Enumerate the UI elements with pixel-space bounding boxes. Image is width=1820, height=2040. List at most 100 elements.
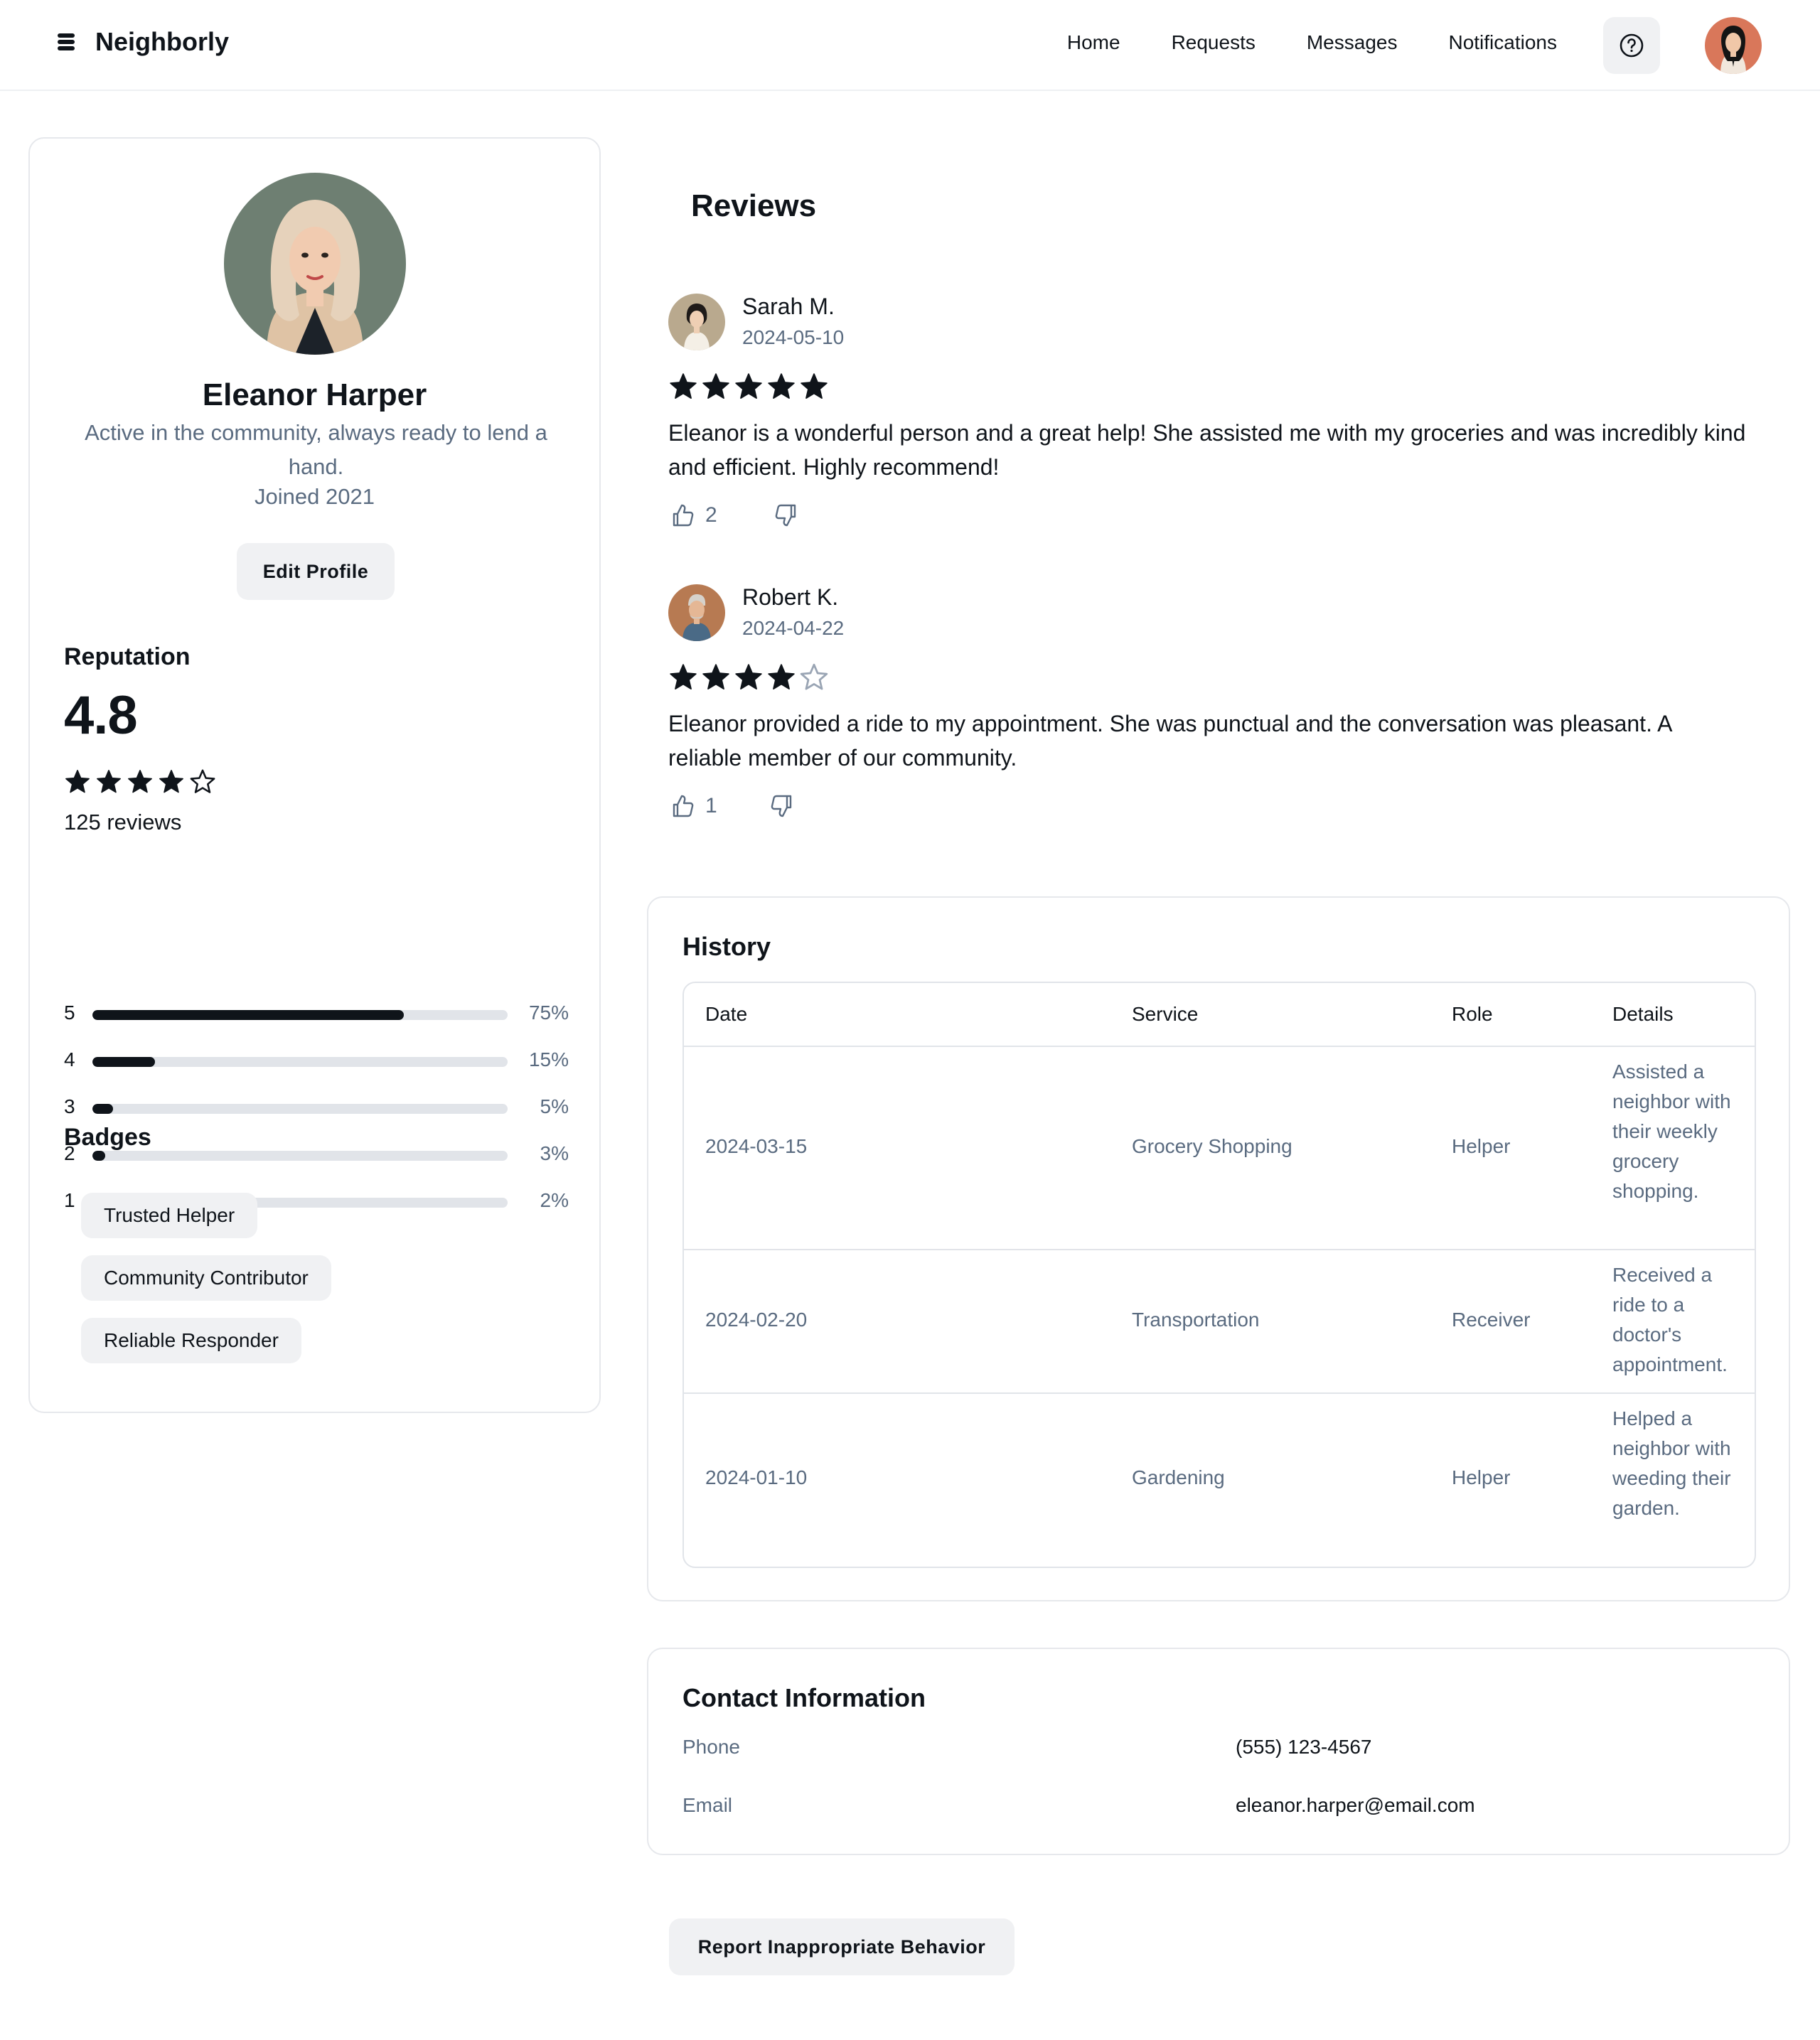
rating-row-label: 1: [64, 1189, 75, 1211]
thumbs-down-icon: [771, 795, 792, 817]
rating-row-label: 4: [64, 1048, 75, 1070]
nav-home[interactable]: Home: [1067, 31, 1120, 54]
review-date: 2024-04-22: [742, 617, 845, 639]
row-date: 2024-02-20: [705, 1309, 808, 1331]
row-service: Transportation: [1132, 1309, 1260, 1331]
thumbs-up-icon: [673, 795, 694, 817]
rating-row-percent: 5%: [540, 1095, 569, 1117]
help-button[interactable]: [1603, 17, 1660, 74]
review-stars: [668, 372, 829, 402]
phone-label: Phone: [682, 1736, 740, 1758]
like-button[interactable]: 2: [668, 501, 717, 530]
reviewer-name: Sarah M.: [742, 294, 835, 319]
star-filled-icon: [670, 664, 697, 689]
dislike-button[interactable]: [768, 792, 796, 820]
nav-notifications[interactable]: Notifications: [1448, 31, 1557, 54]
like-count: 1: [705, 794, 717, 817]
rating-row-percent: 75%: [528, 1002, 569, 1024]
like-count: 2: [705, 503, 717, 527]
user-avatar[interactable]: [1705, 17, 1762, 74]
badges-title: Badges: [64, 1124, 151, 1151]
star-filled-icon: [735, 373, 762, 399]
column-header-role: Role: [1452, 1003, 1493, 1025]
badge: Reliable Responder: [81, 1318, 301, 1363]
table-header: Date Service Role Details: [684, 983, 1755, 1047]
rating-bar-fill: [92, 1010, 404, 1020]
brand[interactable]: Neighborly: [55, 27, 229, 57]
top-bar: Neighborly Home Requests Messages Notifi…: [0, 0, 1820, 91]
row-role: Receiver: [1452, 1309, 1531, 1331]
main-nav: Home Requests Messages Notifications: [1067, 31, 1557, 54]
nav-requests[interactable]: Requests: [1172, 31, 1256, 54]
badge: Trusted Helper: [81, 1193, 258, 1238]
table-row: 2024-01-10 Gardening Helper Helped a nei…: [684, 1394, 1755, 1567]
star-filled-icon: [768, 664, 795, 689]
rating-row-percent: 15%: [528, 1048, 569, 1070]
row-date: 2024-03-15: [705, 1135, 808, 1157]
star-filled-icon: [159, 770, 183, 793]
rating-row-label: 3: [64, 1095, 75, 1117]
star-filled-icon: [65, 770, 90, 793]
star-filled-icon: [735, 664, 762, 689]
review-count: 125 reviews: [64, 810, 182, 834]
report-button[interactable]: Report Inappropriate Behavior: [669, 1918, 1015, 1975]
star-filled-icon: [702, 373, 729, 399]
rating-bar-fill: [92, 1104, 114, 1114]
nav-messages[interactable]: Messages: [1307, 31, 1398, 54]
star-filled-icon: [670, 373, 697, 399]
table-row: 2024-02-20 Transportation Receiver Recei…: [684, 1250, 1755, 1394]
row-role: Helper: [1452, 1135, 1511, 1157]
row-role: Helper: [1452, 1466, 1511, 1488]
rating-bar: [92, 1010, 508, 1020]
column-header-details: Details: [1612, 1003, 1674, 1025]
history-table: Date Service Role Details 2024-03-15 Gro…: [682, 982, 1756, 1568]
like-button[interactable]: 1: [668, 792, 717, 820]
rating-bar: [92, 1057, 508, 1067]
rating-row-percent: 2%: [540, 1189, 569, 1211]
reviewer-avatar: [668, 294, 725, 350]
row-details: Assisted a neighbor with their weekly gr…: [1612, 1061, 1731, 1202]
review-item: Robert K. 2024-04-22 Eleanor provided a …: [668, 584, 1749, 826]
edit-profile-button[interactable]: Edit Profile: [237, 543, 395, 600]
row-service: Gardening: [1132, 1466, 1225, 1488]
profile-bio: Active in the community, always ready to…: [85, 420, 547, 479]
rating-row-4: 4 15%: [64, 1048, 569, 1070]
star-filled-icon: [768, 373, 795, 399]
rating-bar: [92, 1151, 508, 1161]
review-text: Eleanor provided a ride to my appointmen…: [668, 711, 1671, 771]
badge: Community Contributor: [81, 1255, 331, 1301]
history-card: History Date Service Role Details 2024-0…: [647, 896, 1790, 1601]
review-text: Eleanor is a wonderful person and a grea…: [668, 420, 1746, 480]
profile-card: Eleanor Harper Active in the community, …: [28, 137, 601, 1413]
profile-name: Eleanor Harper: [202, 377, 427, 412]
brand-name: Neighborly: [95, 27, 230, 56]
email-value[interactable]: eleanor.harper@email.com: [1236, 1794, 1475, 1817]
row-service: Grocery Shopping: [1132, 1135, 1292, 1157]
thumbs-down-icon: [775, 504, 796, 527]
star-filled-icon: [97, 770, 121, 793]
rating-row-5: 5 75%: [64, 1002, 569, 1024]
reputation-title: Reputation: [64, 643, 191, 670]
table-row: 2024-03-15 Grocery Shopping Helper Assis…: [684, 1047, 1755, 1250]
dislike-button[interactable]: [772, 501, 801, 530]
reviews-title: Reviews: [691, 188, 817, 223]
contact-card: Contact Information Phone (555) 123-4567…: [647, 1648, 1790, 1855]
thumbs-up-icon: [673, 504, 694, 527]
review-stars: [668, 662, 829, 692]
column-header-service: Service: [1132, 1003, 1199, 1025]
contact-title: Contact Information: [682, 1683, 926, 1712]
email-label: Email: [682, 1794, 733, 1816]
help-circle-icon: [1620, 33, 1644, 58]
row-date: 2024-01-10: [705, 1466, 808, 1488]
reputation-score: 4.8: [64, 685, 138, 746]
phone-value[interactable]: (555) 123-4567: [1236, 1736, 1371, 1759]
star-filled-icon: [128, 770, 152, 793]
star-filled-icon: [702, 664, 729, 689]
review-date: 2024-05-10: [742, 326, 845, 348]
column-header-date: Date: [705, 1003, 748, 1025]
rating-bar-fill: [92, 1057, 155, 1067]
reviewer-avatar: [668, 584, 725, 641]
row-details: Received a ride to a doctor's appointmen…: [1612, 1264, 1728, 1375]
rating-row-3: 3 5%: [64, 1095, 569, 1117]
star-outline-icon: [190, 769, 215, 793]
